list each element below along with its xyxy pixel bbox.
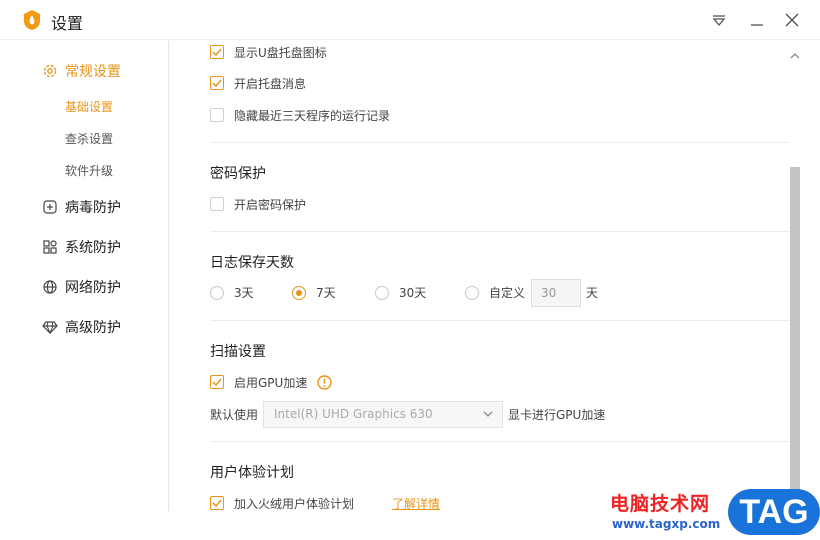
divider — [210, 320, 790, 321]
watermark-badge: TAG — [728, 489, 820, 535]
gpu-select-value: Intel(R) UHD Graphics 630 — [274, 407, 433, 421]
checkbox-checked[interactable] — [210, 45, 224, 59]
option-enable-tray-messages[interactable]: 开启托盘消息 — [210, 74, 306, 92]
subitem-software-upgrade[interactable]: 软件升级 — [65, 162, 113, 179]
sidebar-item-virus-protection[interactable]: 病毒防护 — [42, 197, 121, 217]
default-use-label: 默认使用 — [210, 407, 259, 422]
diamond-icon — [42, 319, 58, 335]
scrollbar-thumb[interactable] — [790, 167, 800, 510]
divider — [210, 231, 790, 232]
sidebar-item-system-protection[interactable]: 系统防护 — [42, 237, 121, 257]
option-show-usb-tray-icon[interactable]: 显示U盘托盘图标 — [210, 43, 327, 61]
radio-option-7-days[interactable]: 7天 — [292, 284, 336, 301]
option-label: 加入火绒用户体验计划 — [234, 496, 355, 511]
option-enable-password[interactable]: 开启密码保护 — [210, 195, 306, 213]
checkbox-unchecked[interactable] — [210, 108, 224, 122]
menu-triangle-icon — [712, 15, 726, 26]
option-hide-recent-run-records[interactable]: 隐藏最近三天程序的运行记录 — [210, 106, 390, 124]
custom-days-input[interactable]: 30 — [531, 279, 581, 307]
watermark-text: 电脑技术网 — [610, 493, 711, 515]
settings-content: 显示U盘托盘图标 开启托盘消息 隐藏最近三天程序的运行记录 密码保护 开启密码保… — [170, 41, 790, 540]
option-label: 显示U盘托盘图标 — [234, 45, 327, 60]
sidebar-item-advanced-protection[interactable]: 高级防护 — [42, 317, 121, 337]
sidebar-item-general[interactable]: 常规设置 — [42, 61, 121, 81]
option-label: 隐藏最近三天程序的运行记录 — [234, 108, 391, 123]
title-bar: 设置 — [0, 0, 820, 40]
section-title-log-days: 日志保存天数 — [210, 255, 294, 271]
radio-button[interactable] — [210, 285, 224, 300]
sidebar: 常规设置 基础设置 查杀设置 软件升级 病毒防护 系统防护 网络防护 高级防护 — [0, 41, 169, 511]
radio-option-3-days[interactable]: 3天 — [210, 284, 254, 301]
plus-square-icon — [42, 199, 58, 215]
scroll-up-arrow-icon[interactable] — [788, 49, 802, 63]
minimize-button[interactable] — [745, 8, 769, 32]
window-title: 设置 — [51, 14, 84, 33]
watermark-url: www.tagxp.com — [612, 517, 721, 531]
radio-option-30-days[interactable]: 30天 — [375, 284, 426, 301]
option-label: 开启托盘消息 — [234, 76, 307, 91]
radio-label: 7天 — [316, 286, 336, 300]
option-label: 启用GPU加速 — [234, 375, 308, 390]
gear-icon — [42, 63, 58, 79]
divider — [210, 441, 790, 442]
radio-button[interactable] — [375, 285, 389, 300]
checkmark-icon — [212, 79, 222, 87]
option-enable-gpu-acceleration[interactable]: 启用GPU加速 — [210, 373, 333, 391]
radio-option-custom[interactable]: 自定义 — [465, 284, 525, 301]
chevron-down-icon — [483, 411, 493, 417]
radio-label: 30天 — [399, 286, 427, 300]
radio-button-selected[interactable] — [292, 285, 306, 300]
checkmark-icon — [212, 378, 222, 386]
checkbox-checked[interactable] — [210, 375, 224, 389]
divider — [210, 142, 790, 143]
globe-icon — [42, 279, 58, 295]
sidebar-item-label: 病毒防护 — [65, 200, 121, 216]
learn-more-link[interactable]: 了解详情 — [392, 495, 440, 512]
subitem-scan-settings[interactable]: 查杀设置 — [65, 130, 113, 147]
sidebar-item-network-protection[interactable]: 网络防护 — [42, 277, 121, 297]
minimize-icon — [751, 24, 763, 26]
sidebar-item-label: 网络防护 — [65, 280, 121, 296]
sidebar-item-label: 高级防护 — [65, 320, 121, 336]
section-title-ux-plan: 用户体验计划 — [210, 465, 294, 481]
warning-info-icon[interactable] — [317, 374, 333, 390]
subitem-basic-settings[interactable]: 基础设置 — [65, 98, 113, 115]
menu-button[interactable] — [707, 8, 731, 32]
checkbox-checked[interactable] — [210, 76, 224, 90]
close-icon — [785, 13, 799, 27]
radio-label: 自定义 — [489, 286, 526, 300]
checkbox-unchecked[interactable] — [210, 197, 224, 211]
sidebar-item-label: 系统防护 — [65, 240, 121, 256]
checkmark-icon — [212, 48, 222, 56]
section-title-scan-settings: 扫描设置 — [210, 344, 266, 360]
radio-label: 3天 — [234, 286, 254, 300]
gpu-select-dropdown[interactable]: Intel(R) UHD Graphics 630 — [263, 401, 503, 428]
option-join-ux-plan[interactable]: 加入火绒用户体验计划 了解详情 — [210, 494, 440, 512]
section-title-password: 密码保护 — [210, 166, 266, 182]
custom-days-unit: 天 — [586, 286, 599, 300]
checkmark-icon — [212, 499, 222, 507]
checkbox-checked[interactable] — [210, 496, 224, 510]
grid-icon — [42, 239, 58, 255]
option-label: 开启密码保护 — [234, 197, 307, 212]
watermark: 电脑技术网 www.tagxp.com TAG — [610, 487, 820, 540]
gpu-suffix-label: 显卡进行GPU加速 — [508, 407, 606, 422]
app-logo-icon — [24, 10, 40, 30]
radio-button[interactable] — [465, 285, 479, 300]
close-button[interactable] — [780, 8, 804, 32]
sidebar-item-label: 常规设置 — [65, 64, 121, 80]
